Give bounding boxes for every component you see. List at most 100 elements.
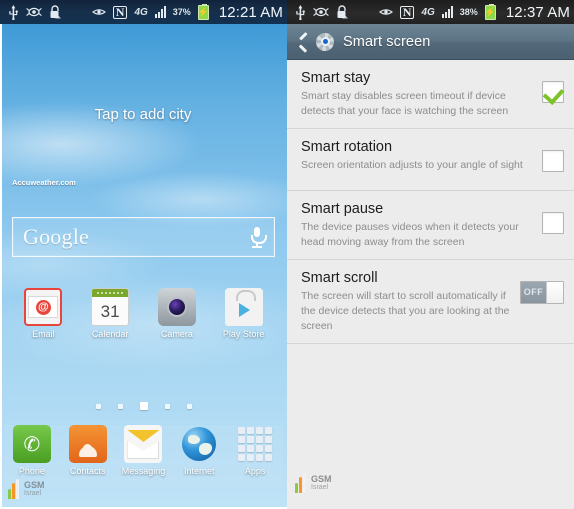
dock-item-apps[interactable]: Apps (227, 425, 283, 476)
watermark-gsm-israel: GSM Israel (8, 479, 45, 499)
eye-icon (91, 7, 106, 17)
page-dot[interactable] (95, 403, 101, 409)
setting-text: Smart rotation Screen orientation adjust… (301, 138, 542, 173)
nfc-icon: N (112, 5, 128, 19)
lock-icon (336, 5, 348, 19)
home-app-row: @ Email 31 Calendar Camera Play Store (0, 288, 287, 350)
google-logo-text: Google (23, 224, 89, 249)
smart-stay-eye-icon (26, 6, 42, 18)
google-search-bar[interactable]: Google (12, 217, 275, 257)
dock-label: Contacts (69, 466, 106, 476)
app-label: Email (32, 329, 55, 339)
smart-stay-eye-icon (313, 6, 329, 18)
page-dot-active[interactable] (139, 402, 148, 410)
status-icons-right: N 4G 38% ⚡ 12:37 AM (378, 3, 570, 21)
setting-description: The screen will start to scroll automati… (301, 290, 510, 332)
internet-globe-icon (180, 425, 218, 463)
back-chevron-icon[interactable] (297, 33, 307, 51)
weather-widget-title: Tap to add city (94, 106, 192, 123)
calendar-icon: 31 (91, 288, 130, 326)
status-bar-left: N 4G 37% ⚡ 12:21 AM (0, 0, 287, 24)
setting-text: Smart scroll The screen will start to sc… (301, 269, 520, 334)
home-dock: ✆ Phone Contacts Messaging Internet Apps (4, 425, 283, 487)
setting-text: Smart stay Smart stay disables screen ti… (301, 69, 542, 119)
page-dot[interactable] (164, 403, 170, 409)
watermark-line-2: Israel (24, 490, 42, 497)
page-indicator (0, 402, 287, 410)
dock-item-internet[interactable]: Internet (171, 425, 227, 476)
setting-row-smart-pause[interactable]: Smart pause The device pauses videos whe… (287, 190, 574, 260)
smart-screen-settings-panel: N 4G 38% ⚡ 12:37 AM Smart screen Smart s… (287, 0, 574, 509)
screenshot-stage: N 4G 37% ⚡ 12:21 AM Tap to add city Accu… (0, 0, 574, 509)
play-store-icon (224, 288, 263, 326)
calendar-day-number: 31 (100, 302, 120, 321)
network-type-label: 4G (421, 6, 435, 18)
page-dot[interactable] (186, 403, 192, 409)
email-icon: @ (24, 288, 63, 326)
weather-widget-credit: Accuweather.com (12, 178, 76, 187)
phone-icon: ✆ (12, 425, 51, 463)
setting-title: Smart stay (301, 70, 371, 86)
app-label: Play Store (222, 329, 265, 339)
app-label: Calendar (91, 329, 129, 339)
watermark-line-1: GSM (24, 480, 45, 490)
app-icon-camera[interactable]: Camera (148, 288, 206, 339)
setting-text: Smart pause The device pauses videos whe… (301, 200, 542, 250)
weather-widget[interactable]: Tap to add city Accuweather.com (8, 80, 278, 195)
battery-percent-label: 37% (172, 7, 191, 17)
usb-icon (295, 4, 306, 20)
setting-title: Smart rotation (301, 138, 393, 155)
setting-title: Smart scroll (301, 269, 378, 286)
status-bar-right: N 4G 38% ⚡ 12:37 AM (287, 0, 574, 24)
app-icon-play-store[interactable]: Play Store (215, 288, 273, 339)
app-label: Camera (160, 329, 193, 339)
battery-percent-label: 38% (459, 7, 478, 17)
nfc-icon: N (399, 5, 415, 19)
setting-description: Smart stay disables screen timeout if de… (301, 90, 509, 118)
setting-description: The device pauses videos when it detects… (301, 221, 519, 248)
setting-row-smart-stay[interactable]: Smart stay Smart stay disables screen ti… (287, 60, 574, 129)
settings-list: Smart stay Smart stay disables screen ti… (287, 60, 574, 509)
dock-label: Apps (244, 466, 266, 476)
settings-gear-icon[interactable] (315, 32, 335, 52)
smart-rotation-checkbox[interactable] (542, 149, 564, 172)
setting-description: Screen orientation adjusts to your angle… (301, 159, 523, 172)
setting-row-smart-scroll[interactable]: Smart scroll The screen will start to sc… (287, 259, 574, 344)
network-type-label: 4G (134, 6, 148, 18)
contacts-icon (68, 425, 107, 463)
watermark-gsm-israel: GSM Israel (295, 473, 332, 493)
page-title: Smart screen (343, 33, 431, 50)
dock-label: Internet (184, 466, 215, 476)
dock-label: Messaging (121, 466, 166, 476)
status-icons-right: N 4G 37% ⚡ 12:21 AM (91, 3, 283, 21)
smart-pause-checkbox[interactable] (542, 211, 564, 234)
dock-label: Phone (18, 466, 45, 476)
setting-row-smart-rotation[interactable]: Smart rotation Screen orientation adjust… (287, 128, 574, 191)
app-icon-email[interactable]: @ Email (14, 288, 72, 339)
status-icons-left (8, 4, 61, 20)
signal-strength-icon (441, 6, 453, 18)
page-dot[interactable] (117, 403, 123, 409)
watermark-line-2: Israel (311, 484, 329, 491)
settings-header: Smart screen (287, 24, 574, 60)
smart-stay-checkbox[interactable] (542, 81, 564, 103)
toggle-track-label: OFF (521, 281, 546, 303)
status-clock: 12:37 AM (505, 3, 570, 21)
gsm-israel-logo-icon (295, 473, 308, 493)
status-icons-left (295, 4, 348, 20)
setting-title: Smart pause (301, 200, 384, 217)
status-clock: 12:21 AM (218, 3, 283, 21)
battery-charging-icon: ⚡ (198, 3, 209, 20)
voice-search-mic-icon[interactable] (250, 226, 267, 248)
dock-item-phone[interactable]: ✆ Phone (4, 425, 60, 476)
app-icon-calendar[interactable]: 31 Calendar (81, 288, 139, 339)
battery-charging-icon: ⚡ (485, 3, 496, 20)
camera-icon (157, 288, 196, 326)
toggle-thumb (546, 281, 563, 303)
phone-home-screen-panel: N 4G 37% ⚡ 12:21 AM Tap to add city Accu… (0, 0, 287, 509)
signal-strength-icon (154, 6, 166, 18)
dock-item-contacts[interactable]: Contacts (60, 425, 116, 476)
usb-icon (8, 4, 19, 20)
dock-item-messaging[interactable]: Messaging (116, 425, 172, 476)
smart-scroll-toggle[interactable]: OFF (520, 280, 564, 304)
